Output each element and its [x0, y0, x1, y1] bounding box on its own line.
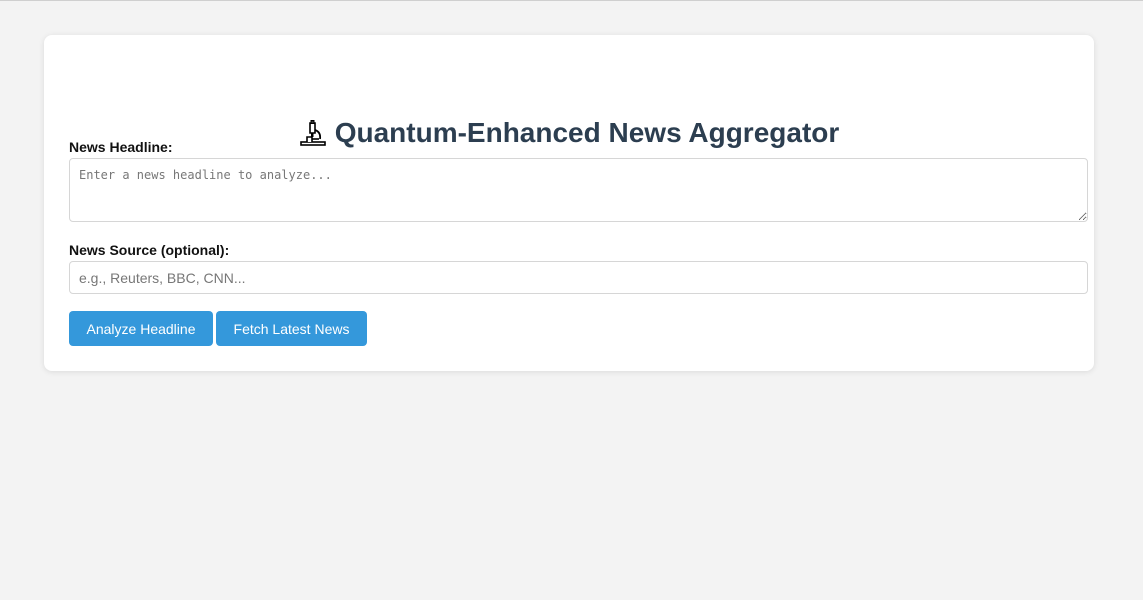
- window-top-border: [0, 0, 1143, 1]
- page-title-text: Quantum-Enhanced News Aggregator: [334, 117, 840, 148]
- microscope-icon: [299, 119, 327, 156]
- analyze-headline-button[interactable]: Analyze Headline: [69, 311, 213, 346]
- aggregator-card: Quantum-Enhanced News Aggregator News He…: [44, 35, 1094, 371]
- source-input[interactable]: [69, 261, 1088, 294]
- headline-input[interactable]: [69, 158, 1088, 222]
- page-title: Quantum-Enhanced News Aggregator: [44, 115, 1094, 156]
- headline-label: News Headline:: [69, 139, 173, 155]
- fetch-latest-news-button[interactable]: Fetch Latest News: [216, 311, 367, 346]
- source-label: News Source (optional):: [69, 242, 230, 258]
